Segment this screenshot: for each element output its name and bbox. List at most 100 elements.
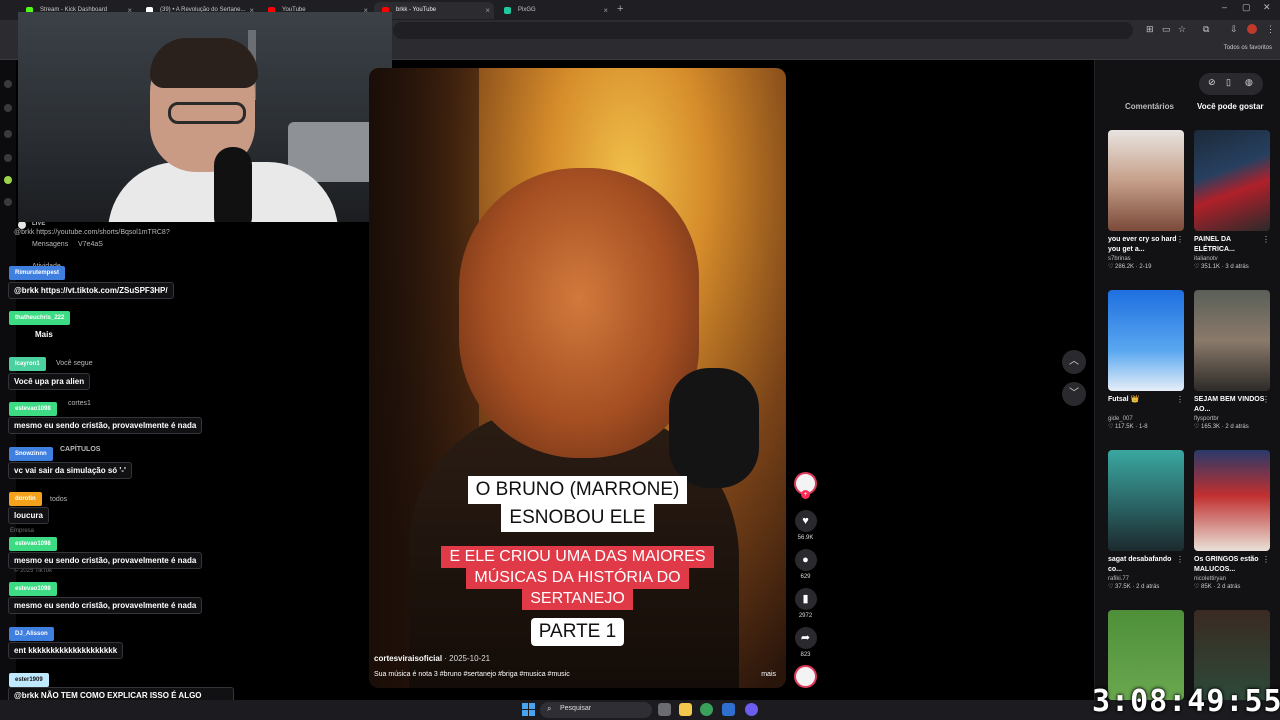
streamer-hair — [150, 38, 258, 88]
download-icon[interactable]: ⇩ — [1230, 24, 1238, 35]
more-options-icon[interactable]: ⋮ — [1262, 235, 1270, 244]
ghost-company: Empresa — [10, 528, 35, 534]
card-meta: ♡ 286.2K · 2-19 — [1108, 264, 1152, 270]
following-icon[interactable] — [4, 130, 12, 138]
card-meta: ♡ 165.3K · 2 d atrás — [1194, 424, 1249, 430]
more-options-icon[interactable]: ⋮ — [1176, 235, 1184, 244]
save-button[interactable]: ▮ 2972 — [794, 588, 817, 619]
video-card[interactable]: SEJAM BEM VINDOS AO... flysportbr ♡ 165.… — [1194, 290, 1270, 430]
video-card[interactable]: you ever cry so hard you get a... s7brin… — [1108, 130, 1184, 270]
close-icon[interactable]: × — [603, 2, 608, 19]
taskbar-search[interactable]: ⌕ Pesquisar — [540, 702, 652, 718]
video-microphone — [669, 368, 759, 488]
block-icon[interactable]: ⊘ — [1208, 77, 1216, 88]
comment-button[interactable]: ● 629 — [794, 549, 817, 580]
steam-icon[interactable] — [722, 703, 735, 716]
menu-icon[interactable]: ⋮ — [1266, 24, 1275, 35]
video-author[interactable]: cortesviraisoficial · 2025-10-21 — [374, 654, 490, 663]
ghost-you-follow: Você segue — [56, 360, 93, 367]
more-options-icon[interactable]: ⋮ — [1262, 555, 1270, 564]
all-bookmarks[interactable]: Todos os favoritos — [1224, 45, 1272, 51]
panel-controls: ⊘ ▯ ◍ — [1199, 73, 1263, 95]
next-video-button[interactable]: ﹀ — [1062, 382, 1086, 406]
video-thumbnail — [1108, 290, 1184, 391]
taskbar: ⌕ Pesquisar — [0, 700, 1280, 720]
share-button[interactable]: ➦ 823 — [794, 627, 817, 658]
caption-red-line: SERTANEJO — [369, 588, 786, 610]
streamer-glasses — [168, 102, 246, 124]
follow-plus-icon[interactable]: + — [801, 490, 810, 499]
task-view-icon[interactable] — [658, 703, 671, 716]
messages-icon[interactable] — [4, 198, 12, 206]
save-count: 2972 — [798, 613, 813, 619]
new-tab-icon[interactable]: + — [617, 3, 623, 15]
close-window-icon[interactable]: ✕ — [1263, 2, 1271, 13]
home-icon[interactable] — [4, 80, 12, 88]
minimize-icon[interactable]: – — [1222, 2, 1227, 12]
translate-icon[interactable]: ⊞ — [1146, 24, 1154, 35]
chrome-icon[interactable] — [700, 703, 713, 716]
pixgg-icon — [504, 7, 511, 14]
chat-message: ent kkkkkkkkkkkkkkkkkkkk — [8, 642, 124, 659]
phone-icon[interactable]: ▯ — [1226, 77, 1231, 88]
video-date: · 2025-10-21 — [444, 654, 491, 663]
ghost-chapters: CAPÍTULOS — [60, 446, 101, 453]
extensions-icon[interactable]: ⧉ — [1203, 24, 1209, 35]
video-player[interactable]: O BRUNO (MARRONE) ESNOBOU ELE E ELE CRIO… — [369, 68, 786, 688]
video-card[interactable]: PAINEL DA ELÉTRICA... italianotv ♡ 351.1… — [1194, 130, 1270, 270]
music-disc-icon[interactable] — [794, 665, 817, 688]
video-person-head — [459, 168, 699, 458]
card-meta: ♡ 117.5K · 1-8 — [1108, 424, 1148, 430]
chat-message: mesmo eu sendo cristão, provavelmente é … — [8, 597, 203, 614]
friends-icon[interactable] — [4, 154, 12, 162]
chat-username: ester1909 — [9, 673, 49, 687]
chat-message: loucura — [8, 507, 49, 524]
more-options-icon[interactable]: ⋮ — [1176, 395, 1184, 404]
cast-icon[interactable]: ▭ — [1162, 24, 1171, 35]
live-icon[interactable] — [4, 176, 12, 184]
video-card[interactable]: sagat desabafando co... rafiki.77 ♡ 37.5… — [1108, 450, 1184, 590]
comment-icon: ● — [794, 549, 817, 571]
browser-tab[interactable]: PixGG × — [496, 2, 612, 19]
video-card[interactable]: Os GRINGOS estão MALUCOS... nicolettirya… — [1194, 450, 1270, 590]
caption-line: O BRUNO (MARRONE) — [369, 476, 786, 504]
video-thumbnail — [1108, 450, 1184, 551]
chat-username: estevao1098 — [9, 402, 57, 416]
caption-red-line: E ELE CRIOU UMA DAS MAIORES — [369, 546, 786, 568]
chat-username: Snowzinnn — [9, 447, 53, 461]
caption-red-line: MÚSICAS DA HISTÓRIA DO — [369, 567, 786, 589]
panel-tabs: Comentários Você pode gostar — [1095, 102, 1280, 118]
globe-icon[interactable]: ◍ — [1245, 77, 1253, 88]
discord-icon[interactable] — [745, 703, 758, 716]
webcam-overlay — [18, 12, 392, 222]
profile-icon[interactable] — [1247, 24, 1257, 34]
like-count: 56.9K — [797, 535, 814, 541]
previous-video-button[interactable]: ︿ — [1062, 350, 1086, 374]
like-button[interactable]: ♥ 56.9K — [794, 510, 817, 541]
chat-message: mesmo eu sendo cristão, provavelmente é … — [8, 552, 203, 569]
video-card[interactable]: Futsal 👑 gide_007 ♡ 117.5K · 1-8 ⋮ — [1108, 290, 1184, 430]
star-icon[interactable]: ☆ — [1178, 24, 1186, 35]
file-explorer-icon[interactable] — [679, 703, 692, 716]
ghost-cortes: cortes1 — [68, 400, 91, 407]
share-count: 823 — [800, 652, 811, 658]
video-thumbnail — [1108, 130, 1184, 231]
windows-start-icon[interactable] — [522, 703, 536, 717]
more-options-icon[interactable]: ⋮ — [1176, 555, 1184, 564]
video-description: Sua música é nota 3 #bruno #sertanejo #b… — [374, 671, 570, 678]
tab-comments[interactable]: Comentários — [1125, 102, 1174, 111]
close-icon[interactable]: × — [485, 2, 490, 19]
browser-tab-active[interactable]: brkk - YouTube × — [374, 2, 494, 19]
more-options-icon[interactable]: ⋮ — [1262, 395, 1270, 404]
chat-username: thatheuchris_222 — [9, 311, 71, 325]
more-link[interactable]: mais — [761, 671, 776, 678]
chat-username: DJ_Alisson — [9, 627, 54, 641]
stream-timer: 3:08:49:55 — [1092, 684, 1280, 719]
ghost-code: V7e4aS — [78, 241, 103, 248]
maximize-icon[interactable]: ▢ — [1242, 2, 1251, 13]
url-field[interactable] — [393, 22, 1133, 39]
tab-recommended[interactable]: Você pode gostar — [1197, 102, 1264, 111]
explore-icon[interactable] — [4, 104, 12, 112]
chat-username: estevao1098 — [9, 582, 57, 596]
chat-message: vc vai sair da simulação só '-' — [8, 462, 132, 479]
